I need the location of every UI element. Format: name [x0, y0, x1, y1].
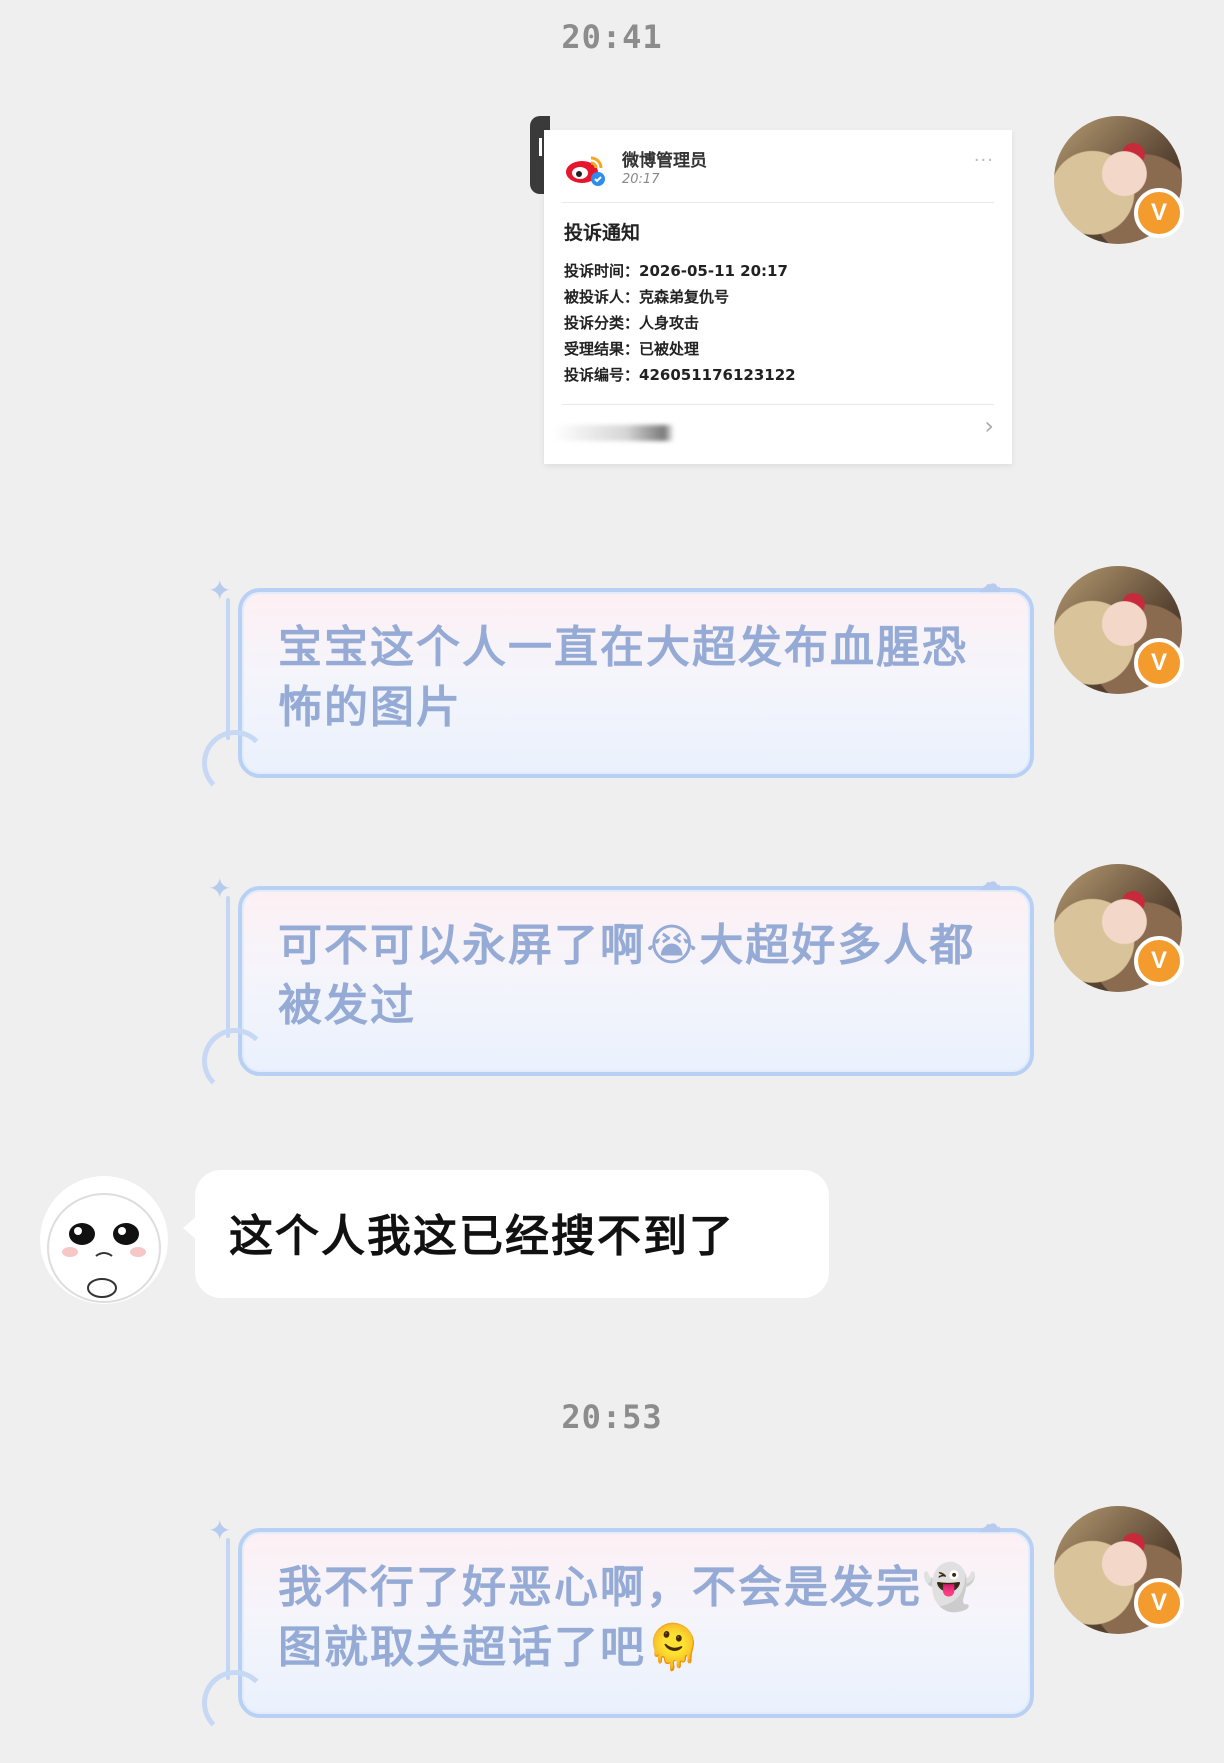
message-bubble[interactable]: 我不行了好恶心啊，不会是发完👻 图就取关超话了吧🫠 [226, 1528, 1034, 1718]
melting-face-emoji-icon: 🫠 [646, 1622, 703, 1673]
swirl-decoration-icon [202, 730, 268, 796]
verified-badge-icon: V [1134, 638, 1184, 688]
verified-badge-icon: V [1134, 1578, 1184, 1628]
card-row-key: 投诉时间： [564, 262, 640, 280]
card-row-key: 被投诉人： [564, 288, 640, 306]
message-text: 这个人我这已经搜不到了 [229, 1211, 735, 1262]
card-divider [562, 404, 994, 405]
message-text-part: 图就取关超话了吧 [278, 1622, 646, 1673]
complaint-notice-card[interactable]: 微博管理员 20:17 ··· 投诉通知 投诉时间：2026-05-11 20:… [544, 130, 1012, 464]
card-row: 受理结果：已被处理 [564, 336, 796, 362]
card-row-key: 受理结果： [564, 340, 640, 358]
message-text: 可不可以永屏了啊😭大超好多人都被发过 [278, 916, 990, 1036]
self-avatar[interactable]: V [1054, 116, 1184, 244]
verified-badge-icon: V [1134, 188, 1184, 238]
chevron-right-icon[interactable]: › [984, 412, 994, 440]
card-row-value: 426051176123122 [639, 366, 796, 384]
message-bubble[interactable]: 可不可以永屏了啊😭大超好多人都被发过 [226, 886, 1034, 1076]
cloud-decoration-icon: ☁ [978, 868, 1002, 896]
sparkle-icon: ✦ [208, 1514, 232, 1547]
card-row-value: 人身攻击 [639, 314, 700, 332]
self-avatar[interactable]: V [1054, 566, 1184, 694]
sparkle-icon: ✦ [208, 574, 232, 607]
sparkle-icon: ✦ [208, 872, 232, 905]
card-row: 投诉时间：2026-05-11 20:17 [564, 258, 796, 284]
blurred-link-text [554, 425, 674, 441]
message-text: 我不行了好恶心啊，不会是发完👻 图就取关超话了吧🫠 [278, 1558, 990, 1678]
self-avatar[interactable]: V [1054, 1506, 1184, 1634]
card-row: 投诉分类：人身攻击 [564, 310, 796, 336]
message-bubble[interactable]: 宝宝这个人一直在大超发布血腥恐怖的图片 [226, 588, 1034, 778]
card-divider [562, 202, 994, 203]
crying-face-emoji-icon: 😭 [646, 920, 700, 971]
card-row-key: 投诉编号： [564, 366, 640, 384]
timestamp: 20:53 [561, 1398, 663, 1436]
card-row-value: 克森弟复仇号 [639, 288, 730, 306]
card-sender-time: 20:17 [622, 172, 660, 187]
verified-badge-icon: V [1134, 936, 1184, 986]
card-sender-name: 微博管理员 [622, 151, 707, 171]
contact-avatar[interactable] [40, 1176, 168, 1304]
card-row: 被投诉人：克森弟复仇号 [564, 284, 796, 310]
self-avatar[interactable]: V [1054, 864, 1184, 992]
message-text-part: 我不行了好恶心啊，不会是发完 [278, 1562, 922, 1613]
card-row: 投诉编号：426051176123122 [564, 362, 796, 388]
cloud-decoration-icon: ☁ [978, 570, 1002, 598]
card-row-value: 2026-05-11 20:17 [639, 262, 788, 280]
message-text-part: 可不可以永屏了啊 [278, 920, 646, 971]
more-icon[interactable]: ··· [974, 150, 994, 171]
card-title: 投诉通知 [564, 222, 641, 244]
message-text: 宝宝这个人一直在大超发布血腥恐怖的图片 [278, 622, 968, 733]
card-row-key: 投诉分类： [564, 314, 640, 332]
swirl-decoration-icon [202, 1028, 268, 1094]
card-details: 投诉时间：2026-05-11 20:17 被投诉人：克森弟复仇号 投诉分类：人… [564, 258, 796, 388]
swirl-decoration-icon [202, 1670, 268, 1736]
weibo-logo-icon [566, 156, 605, 186]
timestamp: 20:41 [561, 18, 663, 56]
card-row-value: 已被处理 [639, 340, 700, 358]
cloud-decoration-icon: ☁ [978, 1510, 1002, 1538]
message-bubble[interactable]: 这个人我这已经搜不到了 [183, 1170, 829, 1298]
ghost-emoji-icon: 👻 [922, 1562, 979, 1613]
sticker-face-icon [47, 1193, 161, 1303]
